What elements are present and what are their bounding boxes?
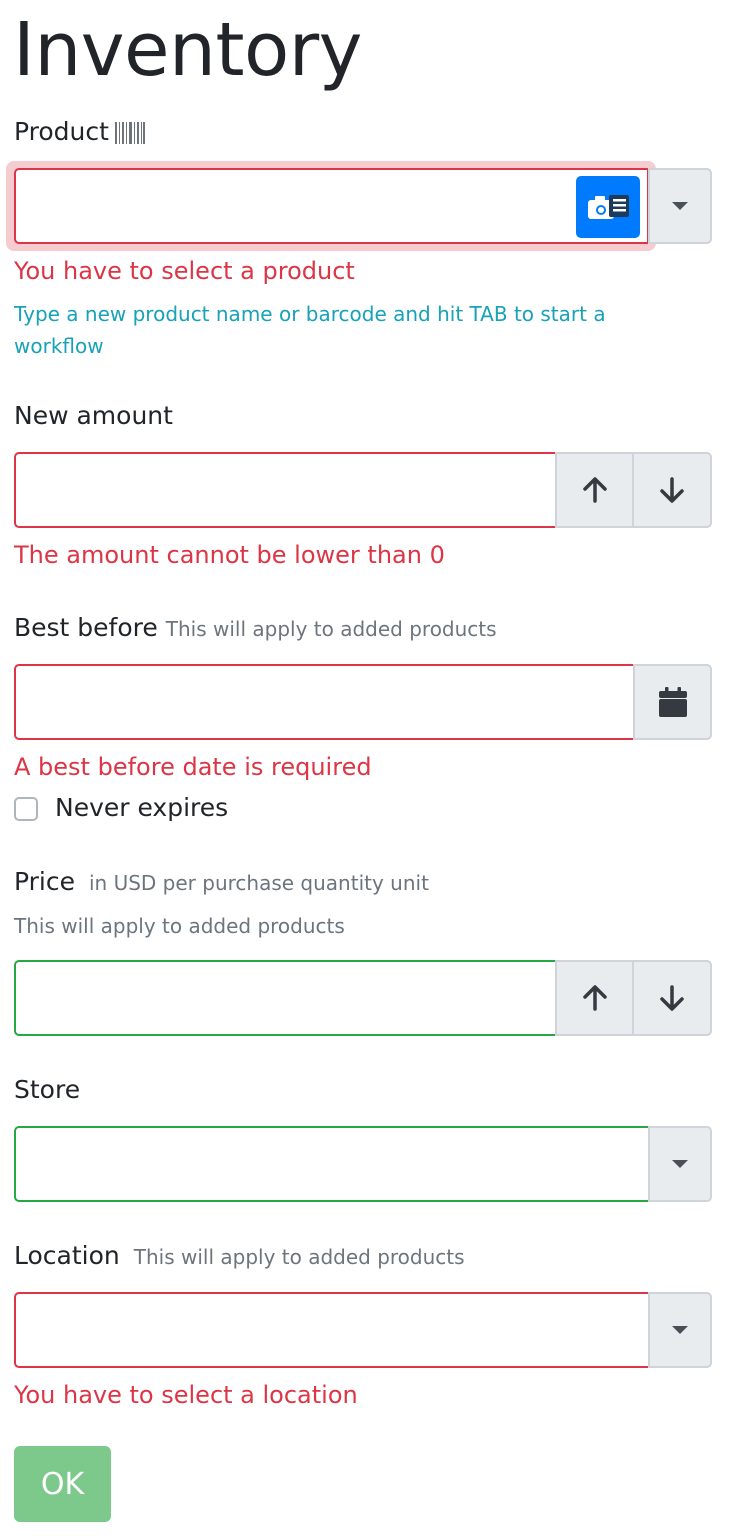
price-decrease-button[interactable] xyxy=(632,960,712,1036)
barcode-icon xyxy=(114,122,145,144)
best-before-label-text: Best before xyxy=(14,613,158,642)
camera-barcode-icon xyxy=(588,195,629,219)
location-input[interactable] xyxy=(14,1292,650,1368)
calendar-icon xyxy=(658,687,687,717)
location-dropdown-toggle[interactable] xyxy=(648,1292,712,1368)
barcode-scan-button[interactable] xyxy=(576,176,640,238)
store-input[interactable] xyxy=(14,1126,650,1202)
arrow-down-icon xyxy=(660,477,684,503)
price-note: This will apply to added products xyxy=(14,914,345,938)
best-before-input[interactable] xyxy=(14,664,635,740)
caret-down-icon xyxy=(672,1160,688,1168)
location-label: Location This will apply to added product… xyxy=(14,1239,465,1274)
amount-label: New amount xyxy=(14,401,173,430)
arrow-up-icon xyxy=(582,985,607,1011)
caret-down-icon xyxy=(672,202,688,210)
amount-increase-button[interactable] xyxy=(555,452,634,528)
arrow-down-icon xyxy=(660,985,684,1011)
price-label-text: Price xyxy=(14,867,75,896)
store-dropdown-toggle[interactable] xyxy=(648,1126,712,1202)
best-before-note: This will apply to added products xyxy=(165,617,497,641)
location-label-text: Location xyxy=(14,1241,120,1270)
location-error: You have to select a location xyxy=(14,1381,358,1409)
product-hint: Type a new product name or barcode and h… xyxy=(14,302,606,358)
product-dropdown-toggle[interactable] xyxy=(648,168,712,244)
never-expires-checkbox[interactable] xyxy=(14,797,38,821)
location-note: This will apply to added products xyxy=(133,1245,465,1269)
best-before-label: Best before This will apply to added prod… xyxy=(14,611,497,646)
product-label: Product xyxy=(14,115,145,149)
product-input[interactable] xyxy=(14,168,649,244)
price-label: Price in USD per purchase quantity unit xyxy=(14,865,429,900)
price-input[interactable] xyxy=(14,960,557,1036)
price-increase-button[interactable] xyxy=(555,960,634,1036)
amount-decrease-button[interactable] xyxy=(632,452,712,528)
product-label-text: Product xyxy=(14,117,109,146)
price-unit-note: in USD per purchase quantity unit xyxy=(89,871,429,895)
amount-error: The amount cannot be lower than 0 xyxy=(14,541,445,569)
arrow-up-icon xyxy=(582,477,607,503)
page-title: Inventory xyxy=(13,7,362,93)
never-expires-label[interactable]: Never expires xyxy=(55,791,228,825)
date-picker-button[interactable] xyxy=(633,664,712,740)
ok-button[interactable]: OK xyxy=(14,1446,111,1522)
caret-down-icon xyxy=(672,1326,688,1334)
amount-input[interactable] xyxy=(14,452,557,528)
store-label: Store xyxy=(14,1075,81,1104)
product-error: You have to select a product xyxy=(14,257,355,285)
best-before-error: A best before date is required xyxy=(14,753,372,781)
